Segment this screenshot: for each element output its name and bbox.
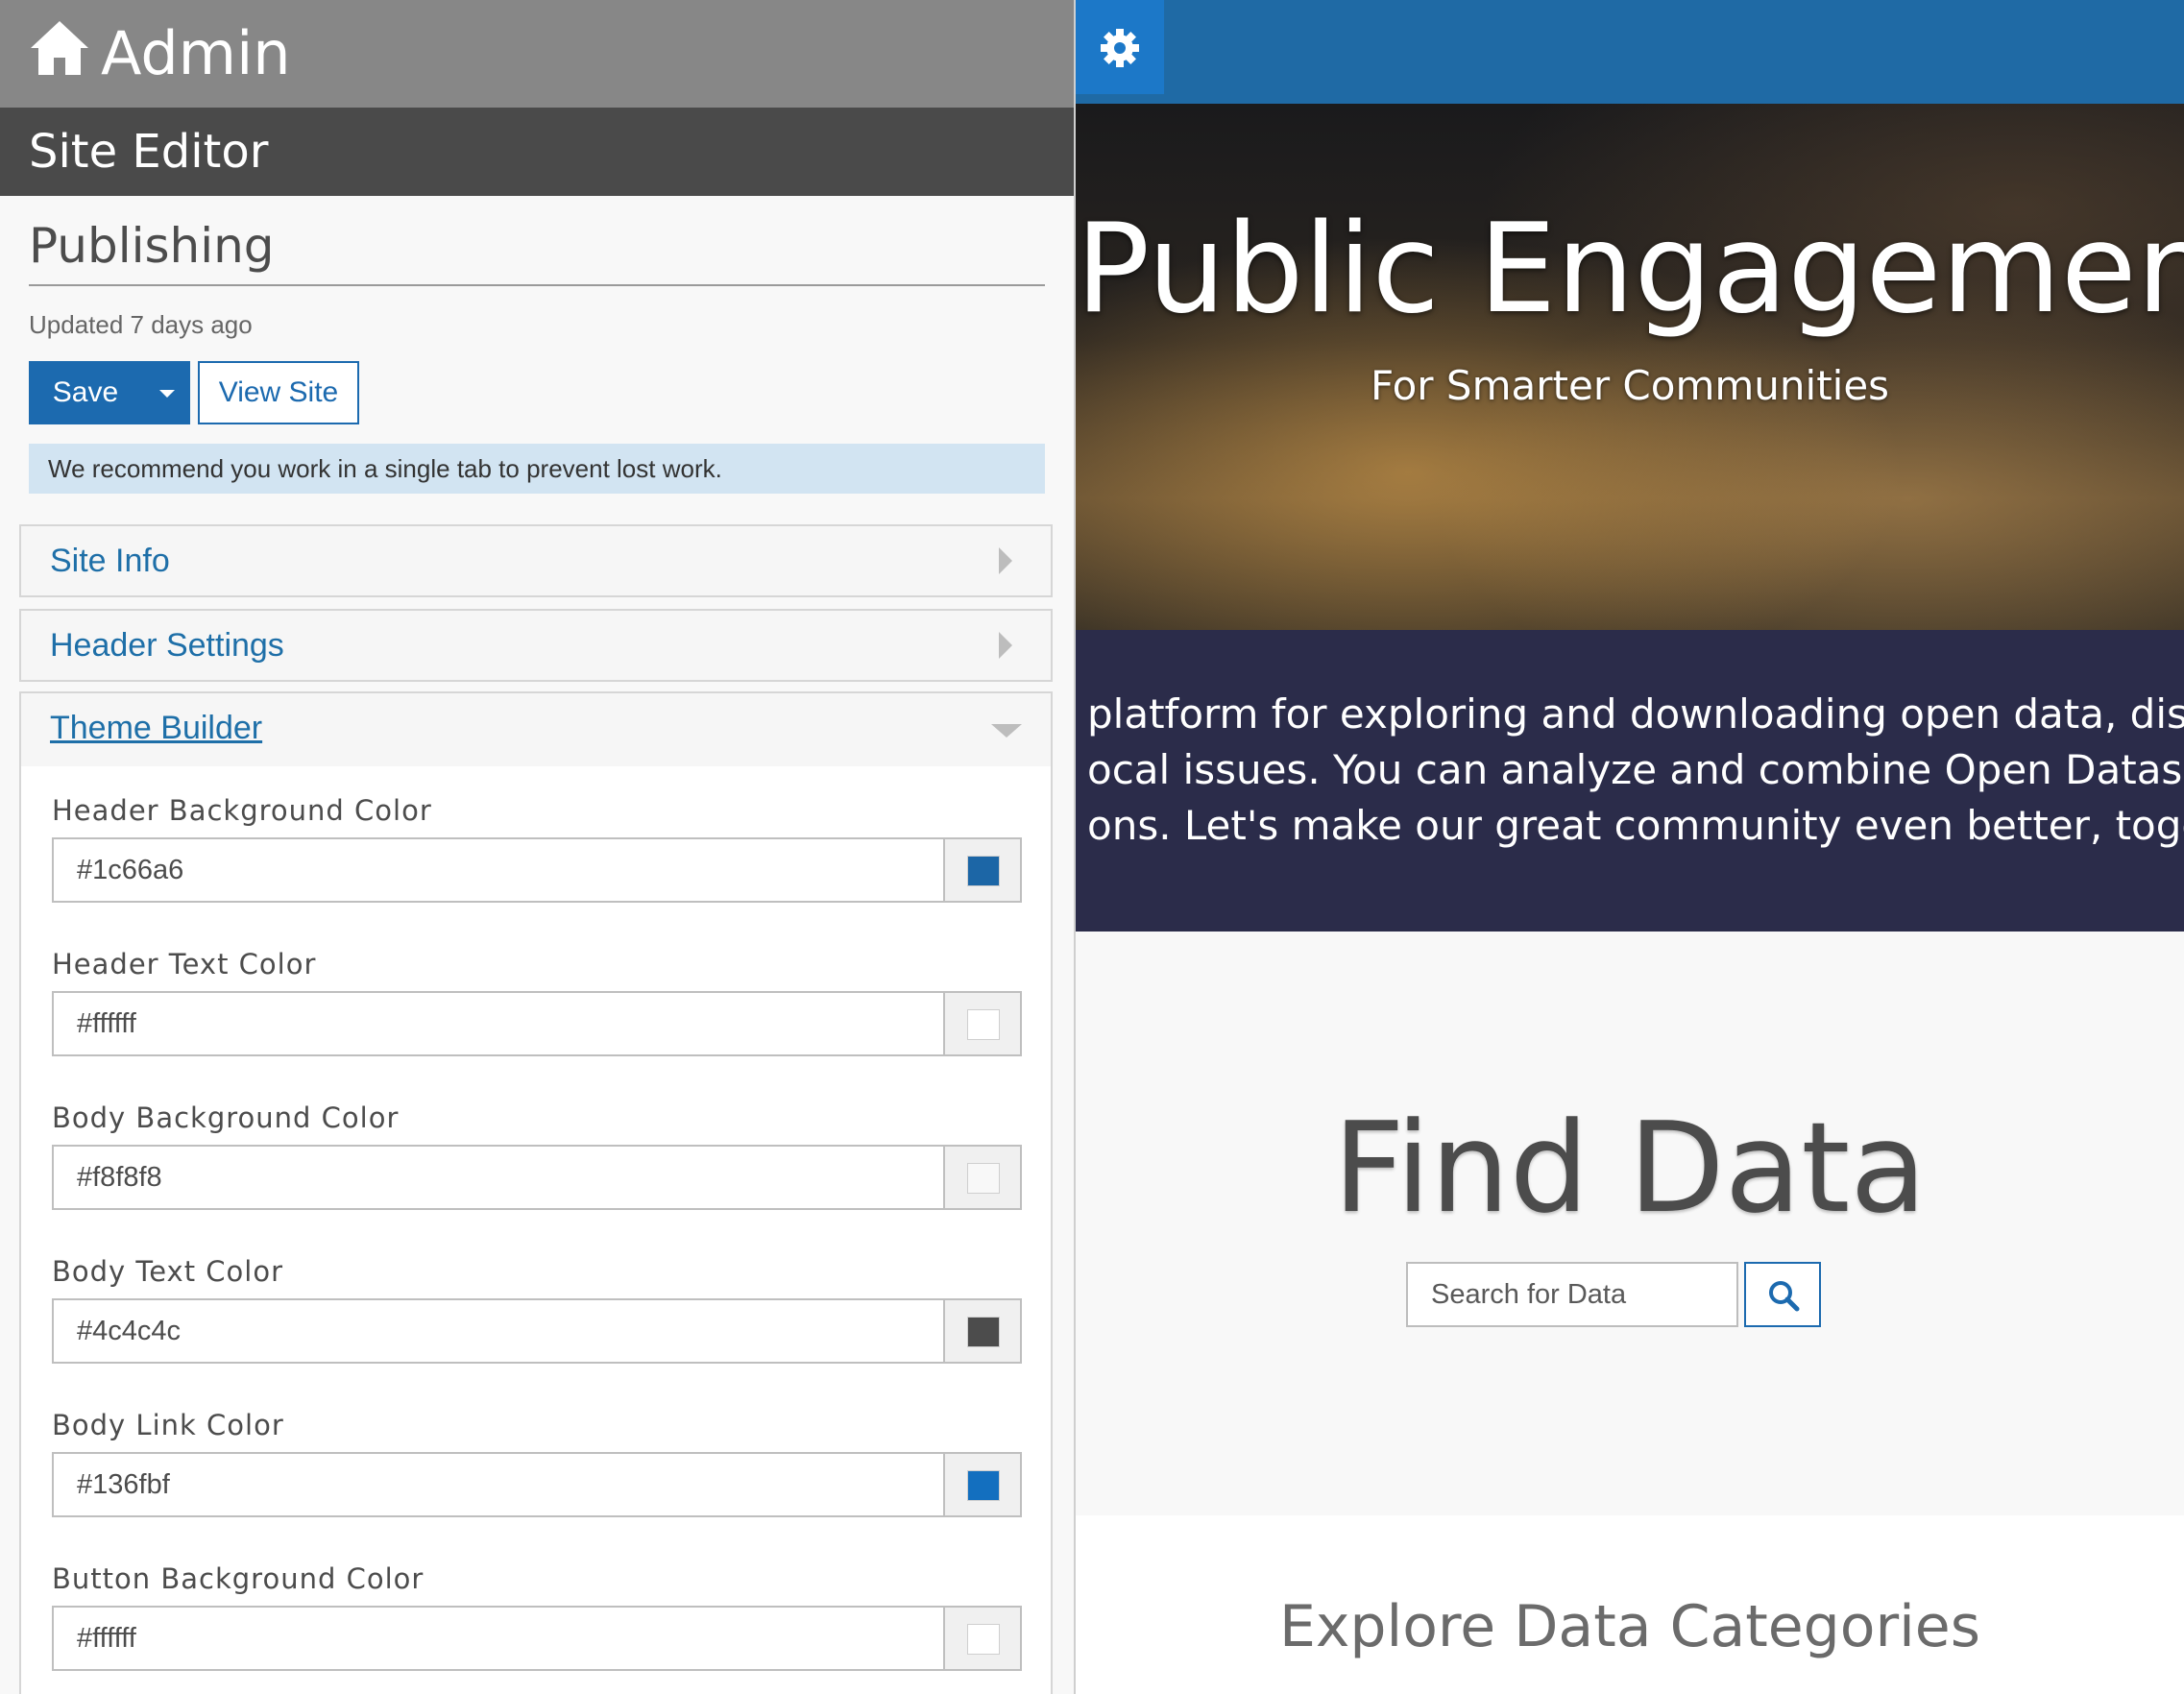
chevron-down-icon <box>991 724 1022 738</box>
hero-title: Public Engagement <box>1076 198 2184 341</box>
categories-section: Explore Data Categories <box>1076 1515 2184 1694</box>
hero-banner: Public Engagement For Smarter Communitie… <box>1076 104 2184 630</box>
accordion-header-settings[interactable]: Header Settings <box>19 609 1053 682</box>
site-editor-bar: Site Editor <box>0 108 1074 196</box>
color-input[interactable]: #ffffff <box>52 991 945 1056</box>
search-input[interactable]: Search for Data <box>1406 1262 1738 1327</box>
color-swatch <box>967 1317 1000 1347</box>
save-button-label: Save <box>52 376 119 408</box>
color-picker-button[interactable] <box>943 1452 1022 1517</box>
color-picker-button[interactable] <box>943 1145 1022 1210</box>
color-swatch <box>967 856 1000 886</box>
accordion-theme-builder-header[interactable]: Theme Builder <box>21 693 1051 766</box>
preview-header-bar <box>1076 0 2184 104</box>
intro-line: ons. Let's make our great community even… <box>1087 802 2184 849</box>
color-input[interactable]: #4c4c4c <box>52 1298 945 1364</box>
field-label: Body Background Color <box>52 1101 400 1134</box>
admin-top-bar: Admin <box>0 0 1074 108</box>
intro-line: ocal issues. You can analyze and combine… <box>1087 746 2184 793</box>
color-swatch <box>967 1163 1000 1194</box>
publishing-heading: Publishing <box>29 218 275 274</box>
color-picker-button[interactable] <box>943 991 1022 1056</box>
divider <box>29 284 1045 286</box>
intro-text-section: platform for exploring and downloading o… <box>1076 630 2184 932</box>
color-swatch <box>967 1624 1000 1655</box>
admin-title[interactable]: Admin <box>101 17 291 90</box>
search-button[interactable] <box>1744 1262 1821 1327</box>
color-input[interactable]: #f8f8f8 <box>52 1145 945 1210</box>
chevron-right-icon <box>999 632 1012 659</box>
color-swatch <box>967 1470 1000 1501</box>
color-input[interactable]: #136fbf <box>52 1452 945 1517</box>
categories-title: Explore Data Categories <box>1279 1593 1980 1660</box>
site-editor-title: Site Editor <box>29 125 269 179</box>
search-icon <box>1769 1281 1800 1312</box>
color-swatch <box>967 1009 1000 1040</box>
admin-panel: Admin Site Editor Publishing Updated 7 d… <box>0 0 1076 1694</box>
accordion-label[interactable]: Theme Builder <box>50 693 262 762</box>
home-icon[interactable] <box>29 17 90 79</box>
chevron-right-icon <box>999 547 1012 574</box>
color-picker-button[interactable] <box>943 1606 1022 1671</box>
updated-timestamp: Updated 7 days ago <box>29 310 253 339</box>
caret-down-icon <box>159 390 175 398</box>
field-label: Body Link Color <box>52 1409 284 1441</box>
gear-icon <box>1101 29 1139 67</box>
hero-subtitle: For Smarter Communities <box>1370 362 1890 409</box>
accordion-site-info[interactable]: Site Info <box>19 524 1053 597</box>
color-picker-button[interactable] <box>943 1298 1022 1364</box>
settings-button[interactable] <box>1076 0 1164 94</box>
color-input[interactable]: #1c66a6 <box>52 837 945 903</box>
intro-line: platform for exploring and downloading o… <box>1087 690 2184 738</box>
field-label: Header Background Color <box>52 794 432 827</box>
color-picker-button[interactable] <box>943 837 1022 903</box>
field-label: Button Background Color <box>52 1562 425 1595</box>
site-preview: Public Engagement For Smarter Communitie… <box>1076 0 2184 1694</box>
color-input[interactable]: #ffffff <box>52 1606 945 1671</box>
accordion-label: Site Info <box>50 543 170 579</box>
find-data-title: Find Data <box>1332 1095 1928 1241</box>
field-label: Header Text Color <box>52 948 317 980</box>
field-label: Body Text Color <box>52 1255 284 1288</box>
save-dropdown-toggle[interactable] <box>144 361 190 424</box>
single-tab-notice: We recommend you work in a single tab to… <box>29 444 1045 494</box>
accordion-theme-builder: Theme Builder Header Background Color #1… <box>19 691 1053 1694</box>
view-site-button[interactable]: View Site <box>198 361 359 424</box>
accordion-label: Header Settings <box>50 627 284 664</box>
